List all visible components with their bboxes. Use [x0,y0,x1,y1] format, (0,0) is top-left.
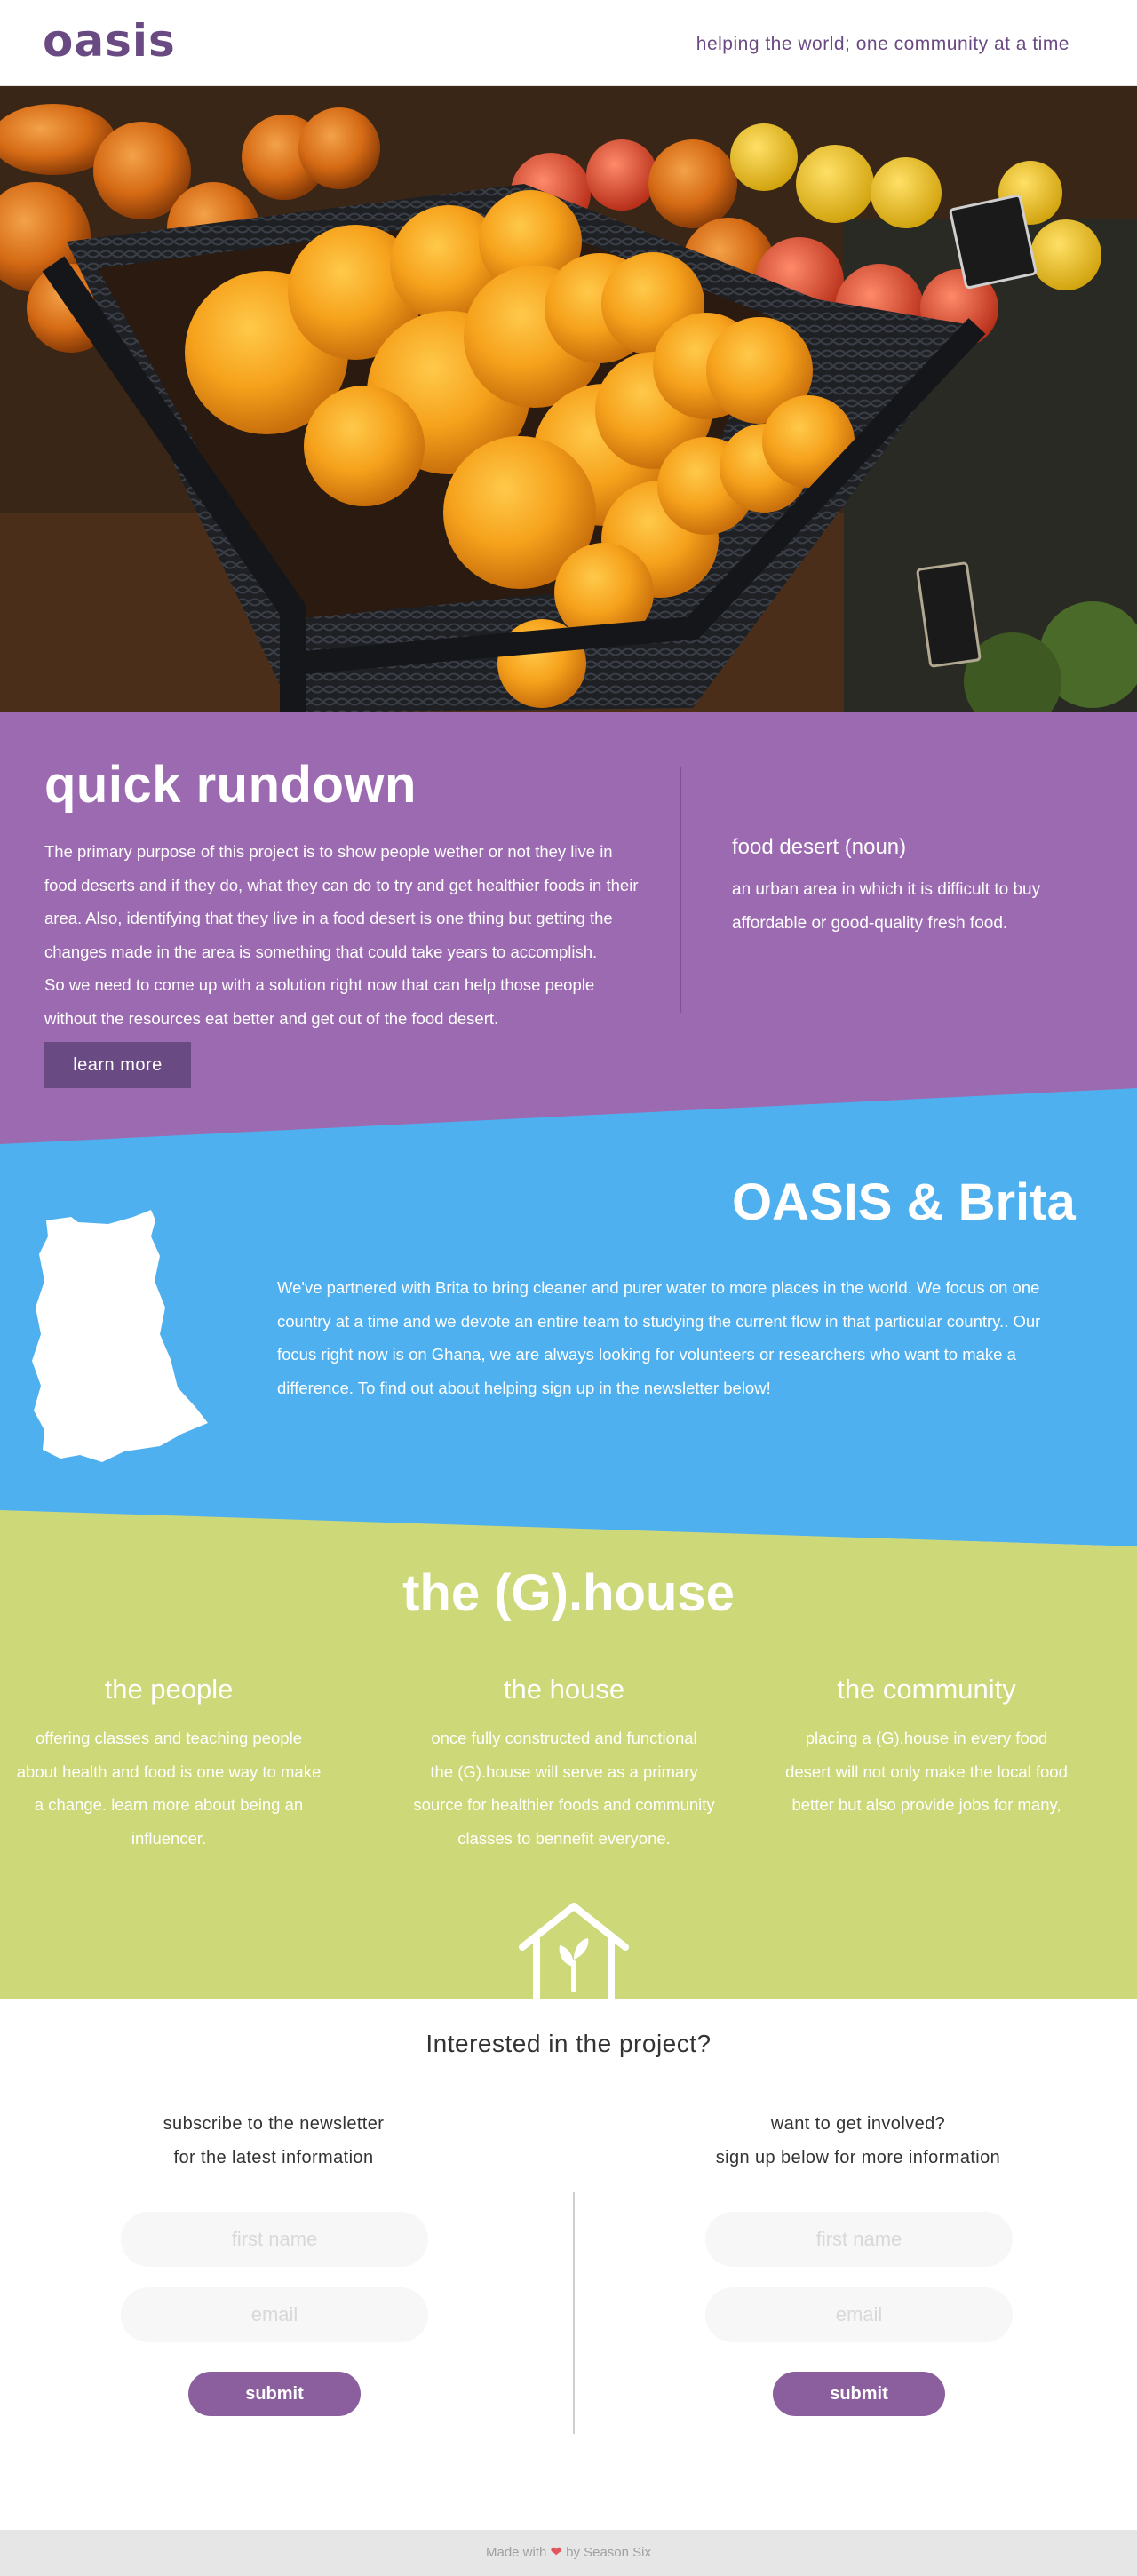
column-text: offering classes and teaching people abo… [0,1721,338,1855]
oasis-logo[interactable]: oasis [43,16,176,66]
rundown-body: The primary purpose of this project is t… [44,835,657,1035]
rundown-line: So we need to come up with a solution ri… [44,975,595,994]
column-line: a change. learn more about being an [34,1795,304,1814]
column-line: desert will not only make the local food [785,1761,1068,1781]
column-title: the people [104,1674,234,1705]
column-line: about health and food is one way to make [16,1761,322,1781]
brita-line: focus right now is on Ghana, we are alwa… [277,1345,1016,1364]
column-line: offering classes and teaching people [36,1729,302,1747]
interest-title: Interested in the project? [425,2030,712,2057]
definition-text: an urban area in which it is difficult t… [732,873,1069,940]
column-title: the community [837,1674,1016,1705]
heart-icon: ❤ [550,2545,562,2560]
ghouse-title: the (G).house [402,1564,735,1622]
rundown-line: area. Also, identifying that they live i… [44,909,613,927]
newsletter-first-name-input[interactable] [121,2212,428,2267]
learn-more-button[interactable]: learn more [44,1042,191,1088]
definition-line: an urban area in which it is difficult t… [732,880,1041,899]
logo-text: oasis [43,15,176,67]
column-line: the (G).house will serve as a primary [430,1761,698,1781]
footer-credit: by Season Six [566,2545,651,2560]
column-line: once fully constructed and functional [431,1729,697,1747]
brita-body: We've partnered with Brita to bring clea… [277,1271,1077,1404]
column-text: once fully constructed and functional th… [395,1721,733,1855]
volunteer-heading-line: sign up below for more information [715,2148,1001,2167]
definition-line: affordable or good-quality fresh food. [732,913,1008,933]
column-line: classes to bennefit everyone. [457,1828,671,1848]
rundown-title: quick rundown [44,756,417,814]
form-divider [573,2192,575,2434]
column-line: placing a (G).house in every food [805,1729,1048,1747]
rundown-line: The primary purpose of this project is t… [44,842,613,861]
ghouse-column-people: the people offering classes and teaching… [0,1674,338,1855]
site-header: oasis helping the world; one community a… [0,0,1137,86]
site-tagline: helping the world; one community at a ti… [696,34,1069,54]
brita-line: country at a time and we devote an entir… [277,1311,1041,1331]
site-footer: Made with ❤ by Season Six [0,2530,1137,2576]
rundown-divider [680,767,681,1013]
newsletter-submit-button[interactable]: submit [188,2372,361,2416]
greenhouse-sprout-icon [519,1903,629,2000]
rundown-line: without the resources eat better and get… [44,1008,499,1028]
footer-made-with: Made with [485,2545,547,2560]
hero-image [0,86,1137,712]
column-title: the house [503,1674,625,1705]
rundown-line: food deserts and if they do, what they c… [44,875,639,894]
newsletter-heading-line: subscribe to the newsletter [163,2114,385,2134]
brita-title: OASIS & Brita [732,1173,1076,1231]
brita-line: We've partnered with Brita to bring clea… [277,1278,1040,1297]
newsletter-email-input[interactable] [121,2287,428,2342]
volunteer-first-name-input[interactable] [705,2212,1013,2267]
column-line: influencer. [131,1828,207,1848]
ghouse-column-house: the house once fully constructed and fun… [395,1674,733,1855]
rundown-line: changes made in the area is something th… [44,942,598,961]
ghouse-column-community: the community placing a (G).house in eve… [758,1674,1095,1822]
column-text: placing a (G).house in every food desert… [758,1721,1095,1822]
column-line: source for healthier foods and community [413,1795,715,1814]
definition-term: food desert (noun) [732,835,907,859]
produce-photo [0,86,1137,712]
newsletter-heading-line: for the latest information [173,2148,374,2167]
volunteer-heading-line: want to get involved? [770,2114,946,2134]
volunteer-email-input[interactable] [705,2287,1013,2342]
volunteer-heading: want to get involved? sign up below for … [680,2107,1036,2174]
brita-line: difference. To find out about helping si… [277,1378,771,1397]
column-line: better but also provide jobs for many, [791,1795,1061,1814]
volunteer-submit-button[interactable]: submit [773,2372,945,2416]
newsletter-heading: subscribe to the newsletter for the late… [96,2107,451,2174]
ghana-map-icon [32,1210,208,1462]
